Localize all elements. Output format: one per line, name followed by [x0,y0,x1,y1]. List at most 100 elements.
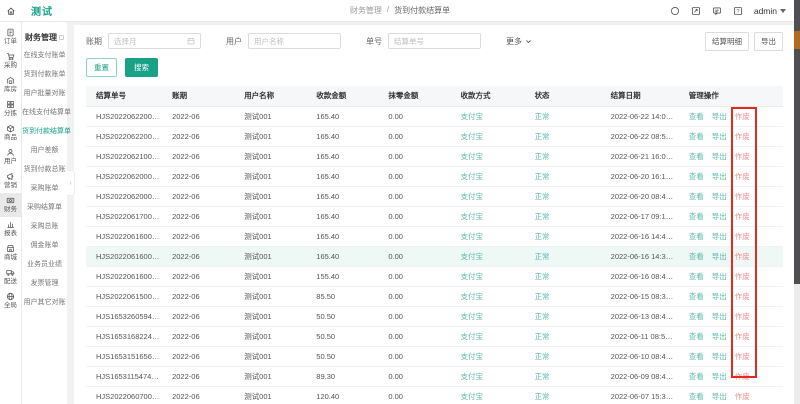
rail-item-mall[interactable]: 商城 [0,241,22,265]
settle-detail-button[interactable]: 结算明细 [705,32,749,51]
rail-item-goods[interactable]: 商品 [0,121,22,145]
amount-cell: 165.40 [306,166,378,186]
rail-item-global[interactable]: 全局 [0,289,22,313]
void-link[interactable]: 作废 [735,152,750,161]
void-link[interactable]: 作废 [735,172,750,181]
export-link[interactable]: 导出 [712,132,727,141]
refresh-icon[interactable] [670,6,680,16]
export-link[interactable]: 导出 [712,312,727,321]
view-link[interactable]: 查看 [689,132,704,141]
actions-cell: 查看导出作废 [679,246,783,266]
submenu-item-1[interactable]: 货到付款账单 [22,65,67,84]
export-link[interactable]: 导出 [712,252,727,261]
rail-item-marketing[interactable]: 营销 [0,169,22,193]
export-link[interactable]: 导出 [712,292,727,301]
export-link[interactable]: 导出 [712,172,727,181]
table-row: HJS2022062200022022-06测试001165.400.00支付宝… [86,106,783,126]
export-link[interactable]: 导出 [712,212,727,221]
workbench-icon[interactable] [691,6,701,16]
submenu-item-11[interactable]: 业务员业绩 [22,255,67,274]
search-button[interactable]: 搜索 [125,58,158,77]
user-input[interactable]: 用户名称 [248,33,341,49]
void-link[interactable]: 作废 [735,392,750,401]
submenu-item-12[interactable]: 发票管理 [22,274,67,293]
home-icon[interactable] [0,6,22,16]
method-cell: 支付宝 [450,326,524,346]
export-all-button[interactable]: 导出 [754,32,783,51]
submenu-item-2[interactable]: 用户批量对账 [22,84,67,103]
export-link[interactable]: 导出 [712,112,727,121]
rail-item-user[interactable]: 用户 [0,145,22,169]
breadcrumb-parent[interactable]: 财务管理 [350,5,382,16]
view-link[interactable]: 查看 [689,232,704,241]
period-cell: 2022-06 [162,346,234,366]
more-filters-toggle[interactable]: 更多 [506,36,532,47]
submenu-item-6[interactable]: 货到付款总账 [22,160,67,179]
view-link[interactable]: 查看 [689,192,704,201]
rail-item-delivery[interactable]: 配送 [0,265,22,289]
submenu-item-3[interactable]: 在线支付结算单 [22,103,67,122]
rail-item-order[interactable]: 订单 [0,25,22,49]
number-input[interactable]: 结算单号 [388,33,481,49]
content-card: 账期 选择月 用户 用户名称 单号 结算单号 [74,25,795,404]
pin-icon[interactable] [59,35,64,40]
help-icon[interactable]: ? [733,6,743,16]
view-link[interactable]: 查看 [689,372,704,381]
rail-item-report[interactable]: 报表 [0,217,22,241]
view-link[interactable]: 查看 [689,272,704,281]
submenu-item-8[interactable]: 采购结算单 [22,198,67,217]
view-link[interactable]: 查看 [689,312,704,321]
export-link[interactable]: 导出 [712,272,727,281]
page-scrollbar[interactable] [794,0,800,404]
export-link[interactable]: 导出 [712,192,727,201]
submenu-item-9[interactable]: 采购总账 [22,217,67,236]
view-link[interactable]: 查看 [689,392,704,401]
period-cell: 2022-06 [162,146,234,166]
export-link[interactable]: 导出 [712,232,727,241]
void-link[interactable]: 作废 [735,352,750,361]
view-link[interactable]: 查看 [689,292,704,301]
void-link[interactable]: 作废 [735,212,750,221]
void-link[interactable]: 作废 [735,332,750,341]
submenu-item-0[interactable]: 在线支付账单 [22,46,67,65]
rail-item-warehouse[interactable]: 库房 [0,73,22,97]
period-input[interactable]: 选择月 [108,33,201,49]
view-link[interactable]: 查看 [689,152,704,161]
sidebar-collapse-handle[interactable]: › [67,170,75,196]
view-link[interactable]: 查看 [689,172,704,181]
settlement-id: HJS202206220001 [86,126,162,146]
view-link[interactable]: 查看 [689,332,704,341]
export-link[interactable]: 导出 [712,152,727,161]
void-link[interactable]: 作废 [735,272,750,281]
void-link[interactable]: 作废 [735,312,750,321]
void-link[interactable]: 作废 [735,252,750,261]
submenu-item-10[interactable]: 佣金账单 [22,236,67,255]
message-icon[interactable] [712,6,722,16]
export-link[interactable]: 导出 [712,352,727,361]
method-cell: 支付宝 [450,346,524,366]
void-link[interactable]: 作废 [735,372,750,381]
rail-item-sorting[interactable]: 分拣 [0,97,22,121]
view-link[interactable]: 查看 [689,112,704,121]
rail-item-finance[interactable]: 财务 [0,193,22,217]
void-link[interactable]: 作废 [735,232,750,241]
rail-item-purchase[interactable]: 采购 [0,49,22,73]
reset-button[interactable]: 重置 [86,58,117,77]
submenu-item-5[interactable]: 用户差额 [22,141,67,160]
view-link[interactable]: 查看 [689,252,704,261]
user-menu[interactable]: admin [754,6,786,16]
app-logo[interactable]: 测试 [31,3,53,18]
void-link[interactable]: 作废 [735,132,750,141]
export-link[interactable]: 导出 [712,392,727,401]
export-link[interactable]: 导出 [712,332,727,341]
void-link[interactable]: 作废 [735,112,750,121]
export-link[interactable]: 导出 [712,372,727,381]
submenu-item-7[interactable]: 采购账单 [22,179,67,198]
chevron-down-icon [780,9,786,13]
view-link[interactable]: 查看 [689,212,704,221]
void-link[interactable]: 作废 [735,192,750,201]
view-link[interactable]: 查看 [689,352,704,361]
submenu-item-13[interactable]: 用户其它对账 [22,293,67,312]
submenu-item-4[interactable]: 货到付款结算单 [22,122,67,141]
void-link[interactable]: 作废 [735,292,750,301]
